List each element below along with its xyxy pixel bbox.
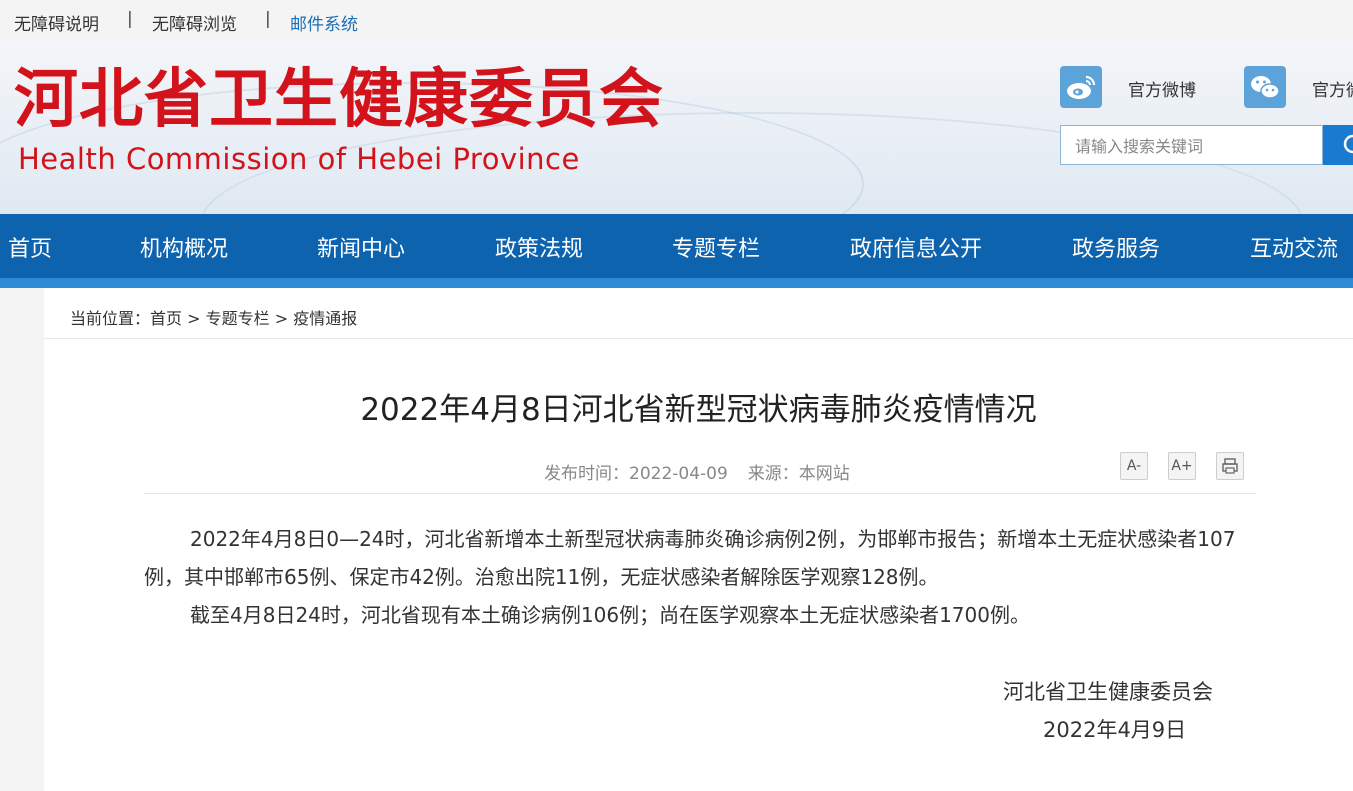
breadcrumb-separator: >	[269, 309, 294, 328]
font-larger-button[interactable]: A+	[1168, 452, 1196, 480]
breadcrumb-prefix: 当前位置：	[70, 309, 151, 328]
breadcrumb: 当前位置：首页 > 专题专栏 > 疫情通报	[70, 305, 357, 329]
breadcrumb-separator: >	[182, 309, 206, 328]
article-container: 当前位置：首页 > 专题专栏 > 疫情通报 2022年4月8日河北省新型冠状病毒…	[44, 288, 1353, 791]
font-smaller-button[interactable]: A-	[1120, 452, 1148, 480]
nav-item-topics[interactable]: 专题专栏	[672, 231, 760, 263]
printer-icon	[1222, 458, 1238, 474]
breadcrumb-item-home[interactable]: 首页	[150, 309, 182, 328]
nav-item-home[interactable]: 首页	[8, 231, 52, 263]
top-utility-bar: 无障碍说明 | 无障碍浏览 | 邮件系统	[0, 0, 1353, 42]
search-button[interactable]	[1323, 125, 1353, 165]
main-nav: 首页 机构概况 新闻中心 政策法规 专题专栏 政府信息公开 政务服务 互动交流	[0, 214, 1353, 278]
nav-accent-strip	[0, 278, 1353, 288]
signature-date: 2022年4月9日	[1043, 718, 1187, 742]
article-source: 来源：本网站	[747, 464, 850, 484]
accessibility-info-link[interactable]: 无障碍说明	[14, 10, 99, 35]
weibo-icon	[1060, 66, 1102, 108]
mail-system-link[interactable]: 邮件系统	[290, 10, 358, 35]
font-larger-icon: A+	[1171, 458, 1193, 474]
search-box	[1060, 125, 1327, 165]
nav-item-news[interactable]: 新闻中心	[317, 231, 405, 263]
print-button[interactable]	[1216, 452, 1244, 480]
official-weibo-link[interactable]: 官方微博	[1060, 66, 1220, 110]
official-wechat-link[interactable]: 官方微	[1244, 66, 1353, 110]
search-icon	[1343, 134, 1353, 154]
header-banner: 河北省卫生健康委员会 Health Commission of Hebei Pr…	[0, 42, 1353, 214]
nav-item-gov-info[interactable]: 政府信息公开	[850, 231, 982, 263]
breadcrumb-item-topics[interactable]: 专题专栏	[206, 309, 270, 328]
site-logo-chinese[interactable]: 河北省卫生健康委员会	[14, 64, 664, 136]
article-meta: 发布时间：2022-04-09 来源：本网站	[544, 459, 850, 484]
accessibility-browse-link[interactable]: 无障碍浏览	[152, 10, 237, 35]
breadcrumb-item-epidemic[interactable]: 疫情通报	[293, 309, 357, 328]
article-paragraph: 截至4月8日24时，河北省现有本土确诊病例106例；尚在医学观察本土无症状感染者…	[190, 603, 1030, 627]
font-smaller-icon: A-	[1126, 458, 1142, 474]
site-logo-english[interactable]: Health Commission of Hebei Province	[18, 142, 580, 176]
article-paragraph: 2022年4月8日0—24时，河北省新增本土新型冠状病毒肺炎确诊病例2例，为邯郸…	[144, 527, 1236, 589]
nav-item-services[interactable]: 政务服务	[1072, 231, 1160, 263]
nav-item-about[interactable]: 机构概况	[140, 231, 228, 263]
weibo-label: 官方微博	[1128, 81, 1196, 101]
nav-item-policy[interactable]: 政策法规	[495, 231, 583, 263]
separator: |	[127, 9, 133, 29]
publish-time: 发布时间：2022-04-09	[544, 464, 728, 484]
signature-organization: 河北省卫生健康委员会	[1003, 680, 1213, 704]
wechat-icon	[1244, 66, 1286, 108]
divider	[44, 338, 1353, 339]
wechat-label: 官方微	[1312, 81, 1353, 101]
divider	[144, 493, 1256, 494]
nav-item-interaction[interactable]: 互动交流	[1250, 231, 1338, 263]
separator: |	[265, 9, 271, 29]
search-input[interactable]	[1073, 127, 1327, 165]
article-title: 2022年4月8日河北省新型冠状病毒肺炎疫情情况	[360, 392, 1037, 428]
